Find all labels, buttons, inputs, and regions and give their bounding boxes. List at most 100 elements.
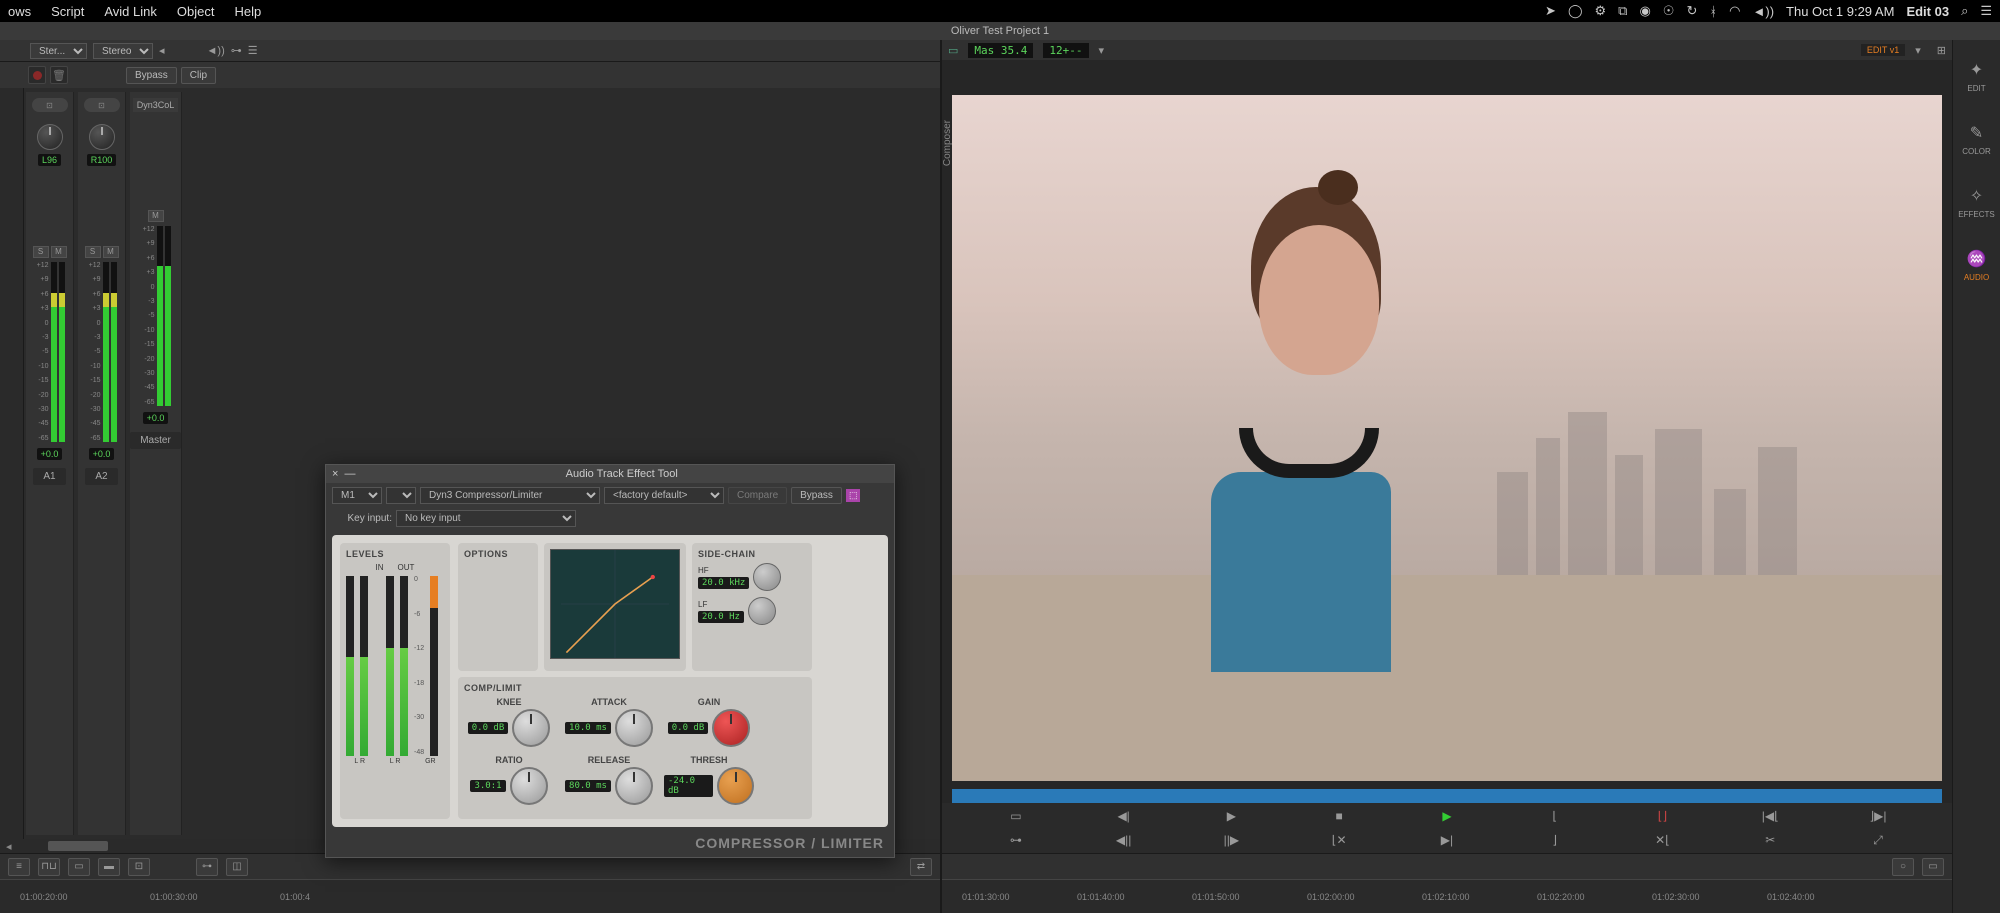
solo-a2[interactable]: S <box>85 246 101 258</box>
attack-value[interactable]: 10.0 ms <box>565 722 611 734</box>
timeline-ruler-left[interactable]: 01:00:20:00 01:00:30:00 01:00:4 <box>0 879 940 913</box>
release-value[interactable]: 80.0 ms <box>565 780 611 792</box>
menu-script[interactable]: Script <box>51 4 84 19</box>
effect-icon[interactable]: ▭ <box>1922 858 1944 876</box>
position-bar[interactable] <box>952 789 1942 803</box>
gain-knob[interactable] <box>712 709 750 747</box>
goto-in-icon[interactable]: |◀⌊ <box>1758 807 1782 825</box>
bluetooth-icon[interactable]: ᚼ <box>1709 4 1717 19</box>
ratio-value[interactable]: 3.0:1 <box>470 780 505 792</box>
solo-a1[interactable]: S <box>33 246 49 258</box>
location-icon[interactable]: ➤ <box>1545 3 1556 19</box>
key-input-select[interactable]: No key input <box>396 510 576 527</box>
mixer-format-select-1[interactable]: Ster... <box>30 43 87 59</box>
gain-a1[interactable]: +0.0 <box>37 448 63 460</box>
spanner-icon[interactable]: ⬚ <box>846 489 861 502</box>
hf-value[interactable]: 20.0 kHz <box>698 577 749 589</box>
hf-knob[interactable] <box>753 563 781 591</box>
ws-effects[interactable]: ✧ EFFECTS <box>1958 186 1994 219</box>
mute-a1[interactable]: M <box>51 246 67 258</box>
dropdown-icon[interactable]: ▾ <box>1099 44 1105 57</box>
gain-value[interactable]: 0.0 dB <box>668 722 709 734</box>
mark-out-icon[interactable]: ⌋ <box>1543 831 1567 849</box>
dropdown-icon[interactable]: ▾ <box>1915 44 1921 57</box>
mute-a2[interactable]: M <box>103 246 119 258</box>
list-icon[interactable]: ☰ <box>1980 3 1992 19</box>
attack-knob[interactable] <box>615 709 653 747</box>
dropbox-icon[interactable]: ⧉ <box>1618 3 1627 19</box>
trash-button[interactable]: 🗑 <box>50 66 68 84</box>
ws-color[interactable]: ✎ COLOR <box>1962 123 1990 156</box>
step-back-icon[interactable]: ◀| <box>1112 807 1136 825</box>
clip-view-icon[interactable]: ▭ <box>1004 807 1028 825</box>
sync-icon[interactable]: ◯ <box>1568 3 1583 19</box>
menu-object[interactable]: Object <box>177 4 215 19</box>
composer-icon[interactable]: ▭ <box>948 44 958 57</box>
step-back2-icon[interactable]: ◀|| <box>1112 831 1136 849</box>
link-icon[interactable]: ⊶ <box>231 44 242 57</box>
mute-master[interactable]: M <box>148 210 164 222</box>
transfer-curve-graph[interactable] <box>550 549 680 659</box>
thresh-knob[interactable] <box>717 767 754 805</box>
tool-effect-icon[interactable]: ◫ <box>226 858 248 876</box>
volume-icon[interactable]: ◄)) <box>1753 4 1775 19</box>
pan-knob-a1[interactable] <box>37 124 63 150</box>
mixer-format-select-2[interactable]: Stereo <box>93 43 153 59</box>
mark-clip-icon[interactable]: ⌊⌋ <box>1650 807 1674 825</box>
settings-icon[interactable]: ⚙ <box>1595 3 1607 19</box>
master-effect-label[interactable]: Dyn3CoL <box>133 98 179 112</box>
step-fwd-icon[interactable]: ||▶ <box>1219 831 1243 849</box>
mark-in-icon[interactable]: ⌊ <box>1543 807 1567 825</box>
prev-icon[interactable]: ◂ <box>159 44 165 57</box>
minimize-icon[interactable]: — <box>344 468 355 480</box>
record-button[interactable] <box>28 66 46 84</box>
clear-in-icon[interactable]: ⌊✕ <box>1327 831 1351 849</box>
clock-icon[interactable]: ↻ <box>1686 3 1697 19</box>
effect-bypass-button[interactable]: Bypass <box>791 487 842 504</box>
next-edit-icon[interactable]: ▶| <box>1435 831 1459 849</box>
tool-insert-icon[interactable]: ⊡ <box>128 858 150 876</box>
knee-knob[interactable] <box>512 709 550 747</box>
stop-icon[interactable]: ■ <box>1327 807 1351 825</box>
tool-trim-icon[interactable]: ⊓⊔ <box>38 858 60 876</box>
tool-dropdown-icon[interactable]: ≡ <box>8 858 30 876</box>
insert-select[interactable]: a <box>386 487 416 504</box>
ws-edit[interactable]: ✦ EDIT <box>1967 60 1985 93</box>
release-knob[interactable] <box>615 767 653 805</box>
ws-audio[interactable]: ♒ AUDIO <box>1964 249 1989 282</box>
play-back-icon[interactable]: ▶ <box>1219 807 1243 825</box>
composer-tc[interactable]: Mas 35.4 <box>968 43 1033 58</box>
thresh-value[interactable]: -24.0 dB <box>664 775 713 797</box>
menu-windows[interactable]: ows <box>8 4 31 19</box>
lf-knob[interactable] <box>748 597 776 625</box>
tool-settings-icon[interactable]: ⇄ <box>910 858 932 876</box>
knee-value[interactable]: 0.0 dB <box>468 722 509 734</box>
plugin-select[interactable]: Dyn3 Compressor/Limiter <box>420 487 600 504</box>
compare-button[interactable]: Compare <box>728 487 787 504</box>
clip-button[interactable]: Clip <box>181 67 216 84</box>
ch-insert-a2[interactable]: ⊡ <box>84 98 120 112</box>
tool-segment-icon[interactable]: ▭ <box>68 858 90 876</box>
goto-out-icon[interactable]: ⌋▶| <box>1866 807 1890 825</box>
menubar-workspace[interactable]: Edit 03 <box>1906 4 1949 19</box>
marker-icon[interactable]: ○ <box>1892 858 1914 876</box>
effect-window-titlebar[interactable]: × — Audio Track Effect Tool <box>326 465 894 483</box>
tool-overwrite-icon[interactable]: ▬ <box>98 858 120 876</box>
lf-value[interactable]: 20.0 Hz <box>698 611 744 623</box>
composer-tc2[interactable]: 12+-- <box>1043 43 1088 58</box>
menu-avid-link[interactable]: Avid Link <box>104 4 157 19</box>
cut-icon[interactable]: ✂ <box>1758 831 1782 849</box>
audio-track-effect-tool[interactable]: × — Audio Track Effect Tool M1 a Dyn3 Co… <box>325 464 895 858</box>
app-icon[interactable]: ☉ <box>1663 3 1675 19</box>
track-select[interactable]: M1 <box>332 487 382 504</box>
link-icon[interactable]: ⊶ <box>1004 831 1028 849</box>
speaker-icon[interactable]: ◄)) <box>207 45 225 57</box>
menubar-datetime[interactable]: Thu Oct 1 9:29 AM <box>1786 4 1894 19</box>
menu-icon[interactable]: ☰ <box>248 44 258 57</box>
menu-help[interactable]: Help <box>234 4 261 19</box>
close-icon[interactable]: × <box>332 468 338 480</box>
gain-master[interactable]: +0.0 <box>143 412 169 424</box>
ch-insert-a1[interactable]: ⊡ <box>32 98 68 112</box>
video-viewer[interactable] <box>952 95 1942 781</box>
bypass-button[interactable]: Bypass <box>126 67 177 84</box>
